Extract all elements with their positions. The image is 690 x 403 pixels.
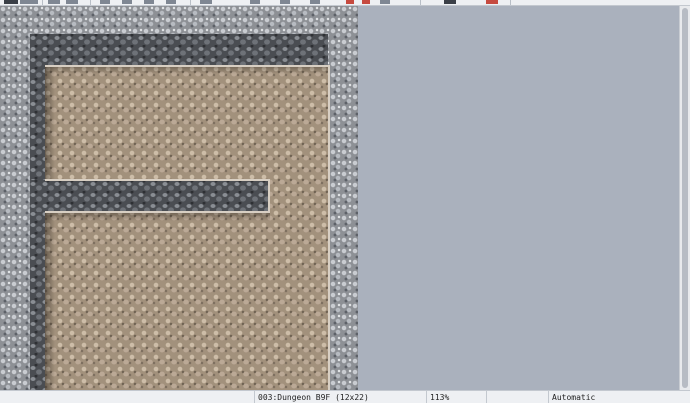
- floor-shadow: [45, 213, 270, 221]
- status-cell-empty: [486, 391, 548, 403]
- floor-tiles: [45, 66, 328, 390]
- toolbar-button[interactable]: [444, 0, 456, 4]
- status-zoom: 113%: [426, 391, 486, 403]
- status-bar: 003:Dungeon B9F (12x22) 113% Automatic: [0, 390, 690, 403]
- toolbar-button[interactable]: [380, 0, 390, 4]
- map-editor-window: 003:Dungeon B9F (12x22) 113% Automatic: [0, 0, 690, 403]
- toolbar-button[interactable]: [280, 0, 290, 4]
- wall-tiles-inner: [30, 180, 268, 212]
- vertical-scrollbar[interactable]: [679, 6, 690, 390]
- status-mode: Automatic: [548, 391, 690, 403]
- floor-shadow: [45, 66, 328, 74]
- status-map-name: 003:Dungeon B9F (12x22): [254, 391, 426, 403]
- floor-shadow: [45, 66, 55, 390]
- map-canvas[interactable]: [0, 6, 358, 390]
- toolbar-button[interactable]: [362, 0, 370, 4]
- map-viewport[interactable]: [0, 6, 690, 390]
- wall-edge: [45, 179, 270, 181]
- scrollbar-thumb[interactable]: [682, 8, 688, 388]
- floor-edge: [45, 65, 330, 67]
- status-cell-empty: [0, 391, 254, 403]
- toolbar-button[interactable]: [346, 0, 354, 4]
- toolbar-button[interactable]: [144, 0, 154, 4]
- wall-tiles-left: [30, 34, 45, 390]
- toolbar-button[interactable]: [166, 0, 176, 4]
- wall-edge: [268, 179, 270, 213]
- floor-edge: [328, 66, 330, 390]
- toolbar-button[interactable]: [250, 0, 260, 4]
- toolbar-button[interactable]: [200, 0, 212, 4]
- toolbar-button[interactable]: [20, 0, 38, 4]
- toolbar-button[interactable]: [4, 0, 18, 4]
- toolbar-button[interactable]: [100, 0, 110, 4]
- toolbar-button[interactable]: [66, 0, 78, 4]
- toolbar-button[interactable]: [48, 0, 60, 4]
- wall-tiles-top: [30, 34, 328, 66]
- toolbar-button[interactable]: [486, 0, 498, 4]
- toolbar-button[interactable]: [122, 0, 132, 4]
- toolbar-button[interactable]: [310, 0, 320, 4]
